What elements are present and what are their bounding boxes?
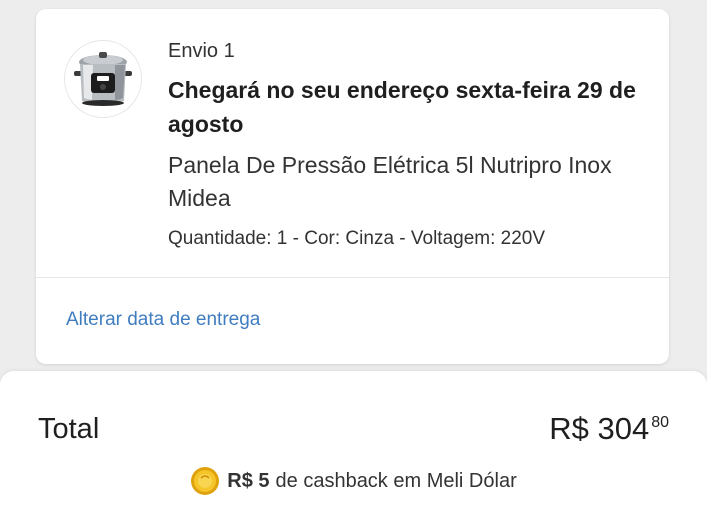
shipment-card: Envio 1 Chegará no seu endereço sexta-fe… xyxy=(36,9,669,364)
change-delivery-date-link[interactable]: Alterar data de entrega xyxy=(66,309,260,331)
card-divider xyxy=(36,277,669,278)
total-price-integer: R$ 304 xyxy=(549,411,650,446)
total-price: R$ 304 80 xyxy=(549,411,669,447)
meli-dolar-coin-icon xyxy=(191,467,220,495)
product-attributes: Quantidade: 1 - Cor: Cinza - Voltagem: 2… xyxy=(168,228,546,249)
order-summary-sheet: Total R$ 304 80 R$ 5 de cashback em Meli… xyxy=(0,371,707,511)
total-price-cents: 80 xyxy=(651,414,669,431)
shipment-label: Envio 1 xyxy=(168,40,235,62)
arrival-date: Chegará no seu endereço sexta-feira 29 d… xyxy=(168,77,636,137)
product-thumbnail xyxy=(74,52,132,106)
cashback-amount: R$ 5 xyxy=(227,469,270,492)
cashback-text: de cashback em Meli Dólar xyxy=(275,469,517,492)
cashback-banner: R$ 5 de cashback em Meli Dólar xyxy=(0,466,707,496)
pressure-cooker-icon xyxy=(64,40,142,118)
product-name: Panela De Pressão Elétrica 5l Nutripro I… xyxy=(168,152,612,211)
total-label: Total xyxy=(38,413,100,445)
